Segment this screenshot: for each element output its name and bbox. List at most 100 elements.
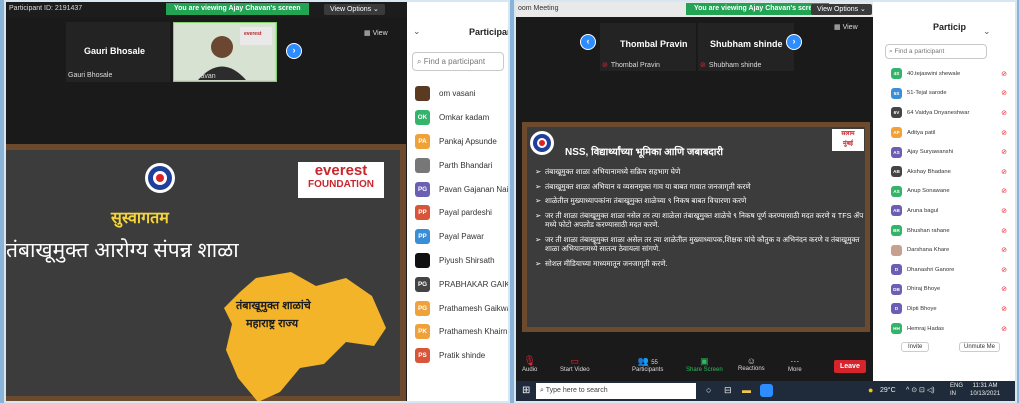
- right-zoom-screenshot: oom Meeting You are viewing Ajay Chavan'…: [514, 0, 1017, 403]
- participant-row[interactable]: D Dipti Bhoye ⊘: [873, 299, 1015, 319]
- windows-start-icon[interactable]: ⊞: [522, 385, 530, 396]
- language-indicator[interactable]: ENG IN: [950, 382, 963, 398]
- search-input[interactable]: ⌕ Find a participant: [412, 52, 504, 71]
- avatar-photo: [415, 157, 430, 173]
- audio-button[interactable]: 🎙 Audio: [522, 356, 537, 373]
- tile-name: Gauri Bhosale: [84, 46, 146, 56]
- taskbar-search-input[interactable]: ⌕ Type here to search: [536, 383, 696, 399]
- left-zoom-screenshot: Participant ID: 2191437 You are viewing …: [4, 0, 510, 403]
- slide-bullet: ➢ जर ती शाळा तंबाखूमुक्त शाळा असेल तर त्य…: [535, 235, 865, 254]
- view-options-button[interactable]: View Options ⌄: [811, 4, 872, 15]
- view-label: View: [842, 24, 858, 31]
- participant-name: PRABHAKAR GAIKW: [439, 279, 508, 289]
- participant-name: 40.tejaswini shewale: [907, 70, 961, 77]
- view-button[interactable]: ▦ View: [364, 29, 388, 37]
- participant-row[interactable]: Piyush Shirsath: [407, 249, 508, 273]
- participant-name: Bhushan rahane: [907, 227, 950, 234]
- more-button[interactable]: ⋯ More: [788, 356, 802, 373]
- participant-row[interactable]: PA Pankaj Apsunde: [407, 130, 508, 154]
- participant-row[interactable]: DB Dhiraj Bhoye ⊘: [873, 280, 1015, 300]
- search-placeholder: Find a participant: [423, 57, 486, 66]
- start-video-button[interactable]: ▭ Start Video: [560, 356, 590, 373]
- participant-row[interactable]: PS Pratik shinde: [407, 344, 508, 368]
- tile-label-row: ⊘ Thombal Pravin: [602, 61, 660, 69]
- participant-row[interactable]: om vasani: [407, 82, 508, 106]
- view-button[interactable]: ▦ View: [834, 23, 858, 31]
- participant-name: Hemraj Hadas: [907, 325, 945, 332]
- panel-title: Participan: [469, 27, 510, 37]
- prev-page-button[interactable]: ‹: [580, 34, 596, 50]
- video-tile-ajay[interactable]: everest Ajay Chavan: [173, 22, 277, 82]
- logo-line-2: मुंबई: [843, 141, 853, 147]
- bullet-text: जर ती शाळा तंबाखूमुक्त शाळा नसेल तर त्या…: [545, 210, 864, 230]
- mic-muted-icon: 🎙: [523, 356, 537, 367]
- avatar: AB: [891, 166, 902, 178]
- participant-name: Darshana Khare: [907, 247, 950, 254]
- participant-row[interactable]: 5S 51-Tejal sarode ⊘: [873, 84, 1015, 104]
- participant-row[interactable]: PP Payal Pawar: [407, 225, 508, 249]
- participant-row[interactable]: PG Pavan Gajanan Nai: [407, 177, 508, 201]
- avatar: DB: [891, 283, 902, 295]
- participant-name: 64 Vaidya Dnyaneshwar: [907, 109, 970, 116]
- participant-row[interactable]: PK Prathamesh Khairn: [407, 320, 508, 344]
- participant-row[interactable]: PG Prathamesh Gaikwa: [407, 296, 508, 320]
- next-page-button[interactable]: ›: [286, 43, 302, 59]
- avatar: PG: [415, 276, 430, 292]
- participant-row[interactable]: AS Anup Sonawane ⊘: [873, 182, 1015, 202]
- participant-row[interactable]: 4S 40.tejaswini shewale ⊘: [873, 64, 1015, 84]
- participants-panel: ⌄ Participan ⌕ Find a participant om vas…: [407, 2, 508, 401]
- participant-name: Prathamesh Khairn: [439, 327, 508, 337]
- participant-name: Aditya patil: [907, 129, 936, 136]
- start-video-label: Start Video: [560, 367, 590, 373]
- video-tile-shubham[interactable]: Shubham shinde ⊘ Shubham shinde: [698, 23, 794, 71]
- participant-name: Akshay Bhadane: [907, 168, 951, 175]
- participant-row[interactable]: AS Ajay Suryawanshi ⊘: [873, 142, 1015, 162]
- mic-muted-icon: ⊘: [1001, 70, 1007, 78]
- mic-muted-icon: ⊘: [700, 62, 706, 69]
- task-switch-icon[interactable]: ⊟: [724, 385, 732, 396]
- participant-row[interactable]: PG PRABHAKAR GAIKW: [407, 272, 508, 296]
- avatar: HH: [891, 323, 902, 335]
- chevron-right-icon: ›: [792, 36, 796, 46]
- participants-button[interactable]: 👥 55 Participants: [632, 356, 663, 373]
- next-page-button[interactable]: ›: [786, 34, 802, 50]
- participant-row[interactable]: OK Omkar kadam: [407, 106, 508, 130]
- video-strip: Gauri Bhosale Gauri Bhosale everest Ajay…: [6, 17, 406, 143]
- share-screen-button[interactable]: ▣ Share Screen: [686, 356, 723, 373]
- participant-row[interactable]: AB Akshay Bhadane ⊘: [873, 162, 1015, 182]
- nss-logo: [145, 163, 175, 193]
- unmute-me-button[interactable]: Unmute Me: [959, 342, 1001, 352]
- participant-row[interactable]: AP Aditya patil ⊘: [873, 123, 1015, 143]
- mic-muted-icon: ⊘: [1001, 90, 1007, 98]
- video-tile-thombal[interactable]: Thombal Pravin ⊘ Thombal Pravin: [600, 23, 696, 71]
- participant-row[interactable]: AB Aruna bagul ⊘: [873, 201, 1015, 221]
- tray-icons[interactable]: ^ ⊙ ⊡ ◁): [906, 386, 935, 394]
- map-text-2: महाराष्ट्र राज्य: [246, 318, 299, 330]
- invite-button[interactable]: Invite: [901, 342, 930, 352]
- participant-row[interactable]: PP Payal pardeshi: [407, 201, 508, 225]
- participant-row[interactable]: Darshana Khare ⊘: [873, 240, 1015, 260]
- chevron-down-icon[interactable]: ⌄: [983, 26, 991, 37]
- participant-row[interactable]: BR Bhushan rahane ⊘: [873, 221, 1015, 241]
- audio-label: Audio: [522, 367, 538, 373]
- mic-muted-icon: ⊘: [1001, 227, 1007, 235]
- avatar: PG: [415, 181, 430, 197]
- leave-button[interactable]: Leave: [834, 360, 866, 373]
- participant-row[interactable]: HH Hemraj Hadas ⊘: [873, 319, 1015, 339]
- view-options-button[interactable]: View Options ⌄: [324, 4, 385, 15]
- slide-bullet: ➢ तंबाखूमुक्त शाळा अभियान व व्यसनमुक्त गा…: [535, 182, 865, 192]
- task-view-icon[interactable]: ○: [706, 385, 711, 395]
- participant-name: Payal Pawar: [439, 232, 484, 242]
- clock[interactable]: 11:31 AM 10/13/2021: [970, 382, 1000, 398]
- video-tile-gauri[interactable]: Gauri Bhosale Gauri Bhosale: [66, 22, 170, 82]
- reactions-button[interactable]: ☺ Reactions: [738, 356, 765, 372]
- search-input[interactable]: ⌕ Find a participant: [885, 44, 987, 59]
- participant-row[interactable]: Parth Bhandari: [407, 153, 508, 177]
- avatar: AS: [891, 185, 902, 197]
- participant-row[interactable]: 6V 64 Vaidya Dnyaneshwar ⊘: [873, 103, 1015, 123]
- chevron-down-icon[interactable]: ⌄: [413, 26, 421, 37]
- zoom-app-icon[interactable]: [760, 384, 773, 397]
- file-explorer-icon[interactable]: ▬: [742, 385, 751, 395]
- avatar: AS: [891, 146, 902, 158]
- participant-row[interactable]: D Dhanashri Ganore ⊘: [873, 260, 1015, 280]
